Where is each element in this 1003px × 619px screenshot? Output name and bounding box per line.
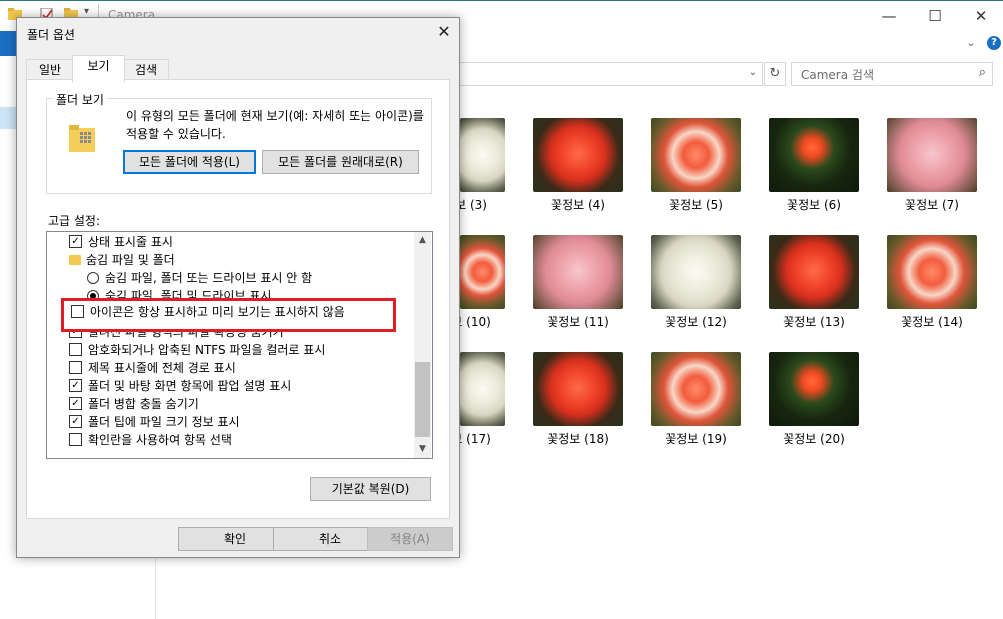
setting-item[interactable]: 확인란을 사용하여 항목 선택 <box>47 431 413 449</box>
close-window-button[interactable]: ✕ <box>958 1 1003 31</box>
thumbnail-image[interactable] <box>533 118 623 192</box>
scroll-up-icon[interactable]: ▲ <box>414 232 431 249</box>
thumbnail-label: 꽃정보 (12) <box>665 315 727 329</box>
folder-view-icon <box>69 125 95 152</box>
highlighted-setting[interactable]: 아이콘은 항상 표시하고 미리 보기는 표시하지 않음 <box>61 298 396 332</box>
thumbnail-image[interactable] <box>769 118 859 192</box>
setting-radio[interactable] <box>87 271 99 284</box>
search-icon: ⌕ <box>978 65 986 80</box>
thumbnail-image[interactable] <box>460 118 505 192</box>
advanced-settings-items: ✓ 상태 표시줄 표시숨김 파일 및 폴더숨김 파일, 폴더 또는 드라이브 표시… <box>47 233 413 449</box>
thumbnail-image[interactable] <box>887 118 977 192</box>
minimize-icon: — <box>881 7 897 25</box>
expand-ribbon-icon[interactable]: ⌄ <box>963 34 979 52</box>
folder-options-dialog: 폴더 옵션 ✕ 일반 보기 검색 폴더 보기 이 유형의 모든 폴더에 현재 보… <box>16 17 460 558</box>
maximize-icon: ☐ <box>928 7 942 25</box>
thumbnail-label: 꽃정보 (19) <box>665 432 727 446</box>
address-bar[interactable] <box>460 62 763 86</box>
thumbnail-label: 꽃정보 (13) <box>783 315 845 329</box>
folder-view-group-title: 폴더 보기 <box>53 91 107 108</box>
setting-item[interactable]: ✓ 상태 표시줄 표시 <box>47 233 413 251</box>
apply-to-folders-button[interactable]: 모든 폴더에 적용(L) <box>123 150 256 174</box>
thumbnail-label: 꽃정보 (11) <box>547 315 609 329</box>
tab-view[interactable]: 보기 <box>72 55 125 82</box>
minimize-button[interactable]: — <box>866 1 912 31</box>
scroll-thumb[interactable] <box>415 362 430 437</box>
maximize-button[interactable]: ☐ <box>912 1 958 31</box>
setting-item[interactable]: 제목 표시줄에 전체 경로 표시 <box>47 359 413 377</box>
file-tab[interactable] <box>0 31 17 56</box>
folder-icon <box>69 254 81 265</box>
nav-pane-divider <box>155 556 156 619</box>
reset-folders-button[interactable]: 모든 폴더를 원래대로(R) <box>262 150 419 174</box>
advanced-settings-scrollbar[interactable]: ▲ ▼ <box>414 232 431 458</box>
thumbnail-label: 꽃정보 (18) <box>547 432 609 446</box>
thumbnail-label: 꽃정보 (4) <box>551 198 605 212</box>
thumbnail-image[interactable] <box>651 352 741 426</box>
nav-pane-selected-item[interactable] <box>0 107 17 129</box>
setting-checkbox[interactable]: ✓ <box>69 379 82 392</box>
apply-button[interactable]: 적용(A) <box>367 527 453 551</box>
search-placeholder: Camera 검색 <box>801 68 874 82</box>
close-icon: ✕ <box>974 7 988 25</box>
thumbnail-label: 꽃정보 (14) <box>901 315 963 329</box>
advanced-settings-label: 고급 설정: <box>48 214 101 228</box>
search-box[interactable]: Camera 검색 ⌕ <box>791 62 993 86</box>
dialog-title: 폴더 옵션 <box>27 28 75 42</box>
thumbnail-label: 꽃정보 (20) <box>783 432 845 446</box>
setting-checkbox[interactable]: ✓ <box>69 235 82 248</box>
thumbnail-image[interactable] <box>651 235 741 309</box>
setting-item[interactable]: ✓ 폴더 팁에 파일 크기 정보 표시 <box>47 413 413 431</box>
always-show-icons-label: 아이콘은 항상 표시하고 미리 보기는 표시하지 않음 <box>90 305 345 319</box>
thumbnail-image[interactable] <box>460 352 505 426</box>
thumbnail-label: 꽃정보 (7) <box>905 198 959 212</box>
qat-dropdown-icon[interactable]: ▾ <box>84 6 89 17</box>
thumbnail-image[interactable] <box>769 235 859 309</box>
setting-label: 폴더 팁에 파일 크기 정보 표시 <box>88 415 240 429</box>
thumbnail-image[interactable] <box>460 235 505 309</box>
setting-checkbox[interactable] <box>69 343 82 356</box>
setting-label: 폴더 및 바탕 화면 항목에 팝업 설명 표시 <box>88 379 292 393</box>
setting-label: 확인란을 사용하여 항목 선택 <box>88 433 232 447</box>
setting-checkbox[interactable]: ✓ <box>69 415 82 428</box>
setting-item[interactable]: ✓ 폴더 병합 충돌 숨기기 <box>47 395 413 413</box>
setting-label: 숨김 파일, 폴더 또는 드라이브 표시 안 함 <box>105 271 313 285</box>
restore-defaults-button[interactable]: 기본값 복원(D) <box>310 477 431 501</box>
setting-item[interactable]: 숨김 파일, 폴더 또는 드라이브 표시 안 함 <box>47 269 413 287</box>
thumbnail-image[interactable] <box>651 118 741 192</box>
setting-checkbox[interactable]: ✓ <box>69 397 82 410</box>
advanced-settings-list[interactable]: ✓ 상태 표시줄 표시숨김 파일 및 폴더숨김 파일, 폴더 또는 드라이브 표시… <box>46 231 433 459</box>
always-show-icons-checkbox[interactable] <box>71 305 84 318</box>
thumbnail-image[interactable] <box>769 352 859 426</box>
thumbnail-image[interactable] <box>887 235 977 309</box>
setting-item[interactable]: ✓ 폴더 및 바탕 화면 항목에 팝업 설명 표시 <box>47 377 413 395</box>
setting-label: 폴더 병합 충돌 숨기기 <box>88 397 199 411</box>
thumbnail-label: 꽃정보 (5) <box>669 198 723 212</box>
refresh-icon: ↻ <box>769 66 781 81</box>
setting-checkbox[interactable] <box>69 361 82 374</box>
close-icon: ✕ <box>437 22 451 41</box>
thumbnail-image[interactable] <box>533 235 623 309</box>
help-icon[interactable]: ? <box>987 36 1001 50</box>
setting-label: 제목 표시줄에 전체 경로 표시 <box>88 361 236 375</box>
address-dropdown-icon[interactable]: ⌄ <box>746 64 760 82</box>
setting-item[interactable]: 암호화되거나 압축된 NTFS 파일을 컬러로 표시 <box>47 341 413 359</box>
setting-checkbox[interactable] <box>69 433 82 446</box>
setting-label: 암호화되거나 압축된 NTFS 파일을 컬러로 표시 <box>88 343 326 357</box>
thumbnail-image[interactable] <box>533 352 623 426</box>
scroll-down-icon[interactable]: ▼ <box>414 441 431 458</box>
setting-item[interactable]: 숨김 파일 및 폴더 <box>47 251 413 269</box>
setting-label: 상태 표시줄 표시 <box>88 235 173 249</box>
refresh-button[interactable]: ↻ <box>764 62 786 86</box>
dialog-close-button[interactable]: ✕ <box>433 21 455 43</box>
thumbnail-label: 꽃정보 (6) <box>787 198 841 212</box>
setting-label: 숨김 파일 및 폴더 <box>86 253 175 267</box>
tab-general[interactable]: 일반 <box>26 59 74 80</box>
folder-view-description: 이 유형의 모든 폴더에 현재 보기(예: 자세히 또는 아이콘)를 적용할 수… <box>126 109 424 141</box>
tab-search[interactable]: 검색 <box>123 59 169 80</box>
